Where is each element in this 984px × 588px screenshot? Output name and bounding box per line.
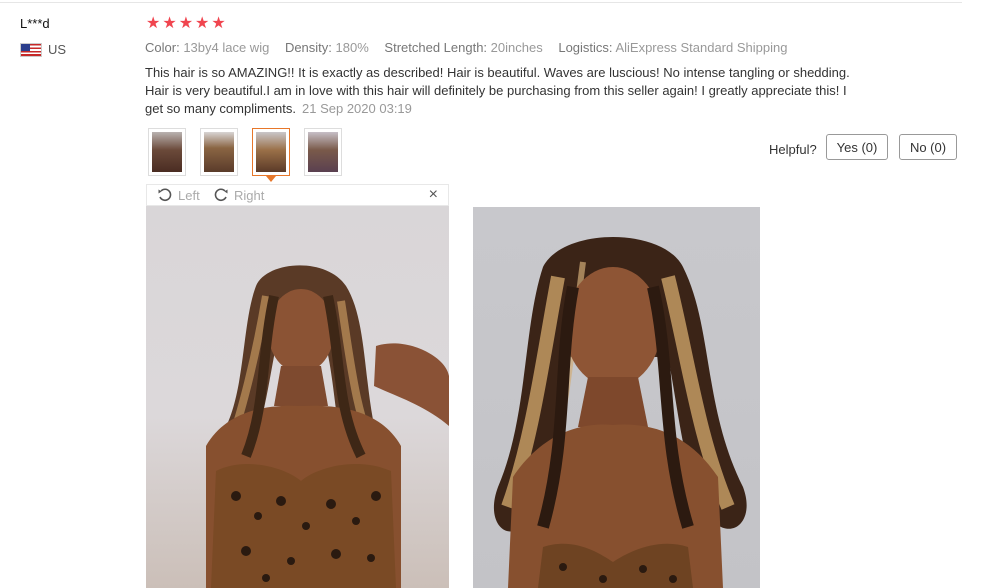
review-text-block: This hair is so AMAZING!! It is exactly … (145, 64, 865, 118)
rotate-right-button[interactable]: Right (213, 187, 264, 203)
thumbnail-1[interactable] (148, 128, 186, 176)
star-icon: ★ (146, 15, 161, 32)
rotate-right-label: Right (234, 187, 265, 203)
image-viewer-toolbar: Left Right × (146, 184, 449, 206)
portrait-illustration (206, 265, 449, 588)
divider (0, 2, 962, 3)
review-date: 21 Sep 2020 03:19 (302, 101, 412, 116)
helpful-no-button[interactable]: No (0) (899, 134, 957, 160)
star-icon: ★ (195, 15, 210, 32)
spec-color: Color: 13by4 lace wig (145, 40, 270, 55)
review-thumbnails (148, 128, 342, 176)
spec-density: Density: 180% (284, 40, 369, 55)
review-text: This hair is so AMAZING!! It is exactly … (145, 65, 850, 116)
review-photo-secondary (473, 207, 760, 588)
rotate-left-button[interactable]: Left (157, 187, 200, 203)
country-label: US (48, 42, 67, 57)
star-icon: ★ (211, 15, 226, 32)
thumbnail-4[interactable] (304, 128, 342, 176)
helpful-label: Helpful? (769, 142, 817, 157)
review-photo-enlarged (146, 206, 449, 588)
us-flag-icon (20, 42, 42, 57)
spec-length: Stretched Length: 20inches (384, 40, 543, 55)
star-icon: ★ (178, 15, 194, 32)
close-viewer-button[interactable]: × (429, 186, 438, 204)
star-rating: ★ ★ ★ ★ ★ (146, 15, 226, 33)
rotate-left-label: Left (178, 187, 200, 203)
rotate-right-icon (214, 188, 228, 202)
reviewer-country: US (20, 42, 66, 57)
order-specs: Color: 13by4 lace wig Density: 180% Stre… (145, 40, 799, 55)
thumbnail-3-selected[interactable] (252, 128, 290, 176)
helpful-yes-button[interactable]: Yes (0) (826, 134, 888, 160)
portrait-illustration (493, 237, 747, 588)
rotate-left-icon (158, 188, 172, 202)
star-icon: ★ (162, 15, 177, 32)
reviewer-name: L***d (20, 16, 50, 31)
spec-logistics: Logistics: AliExpress Standard Shipping (558, 40, 788, 55)
thumbnail-2[interactable] (200, 128, 238, 176)
